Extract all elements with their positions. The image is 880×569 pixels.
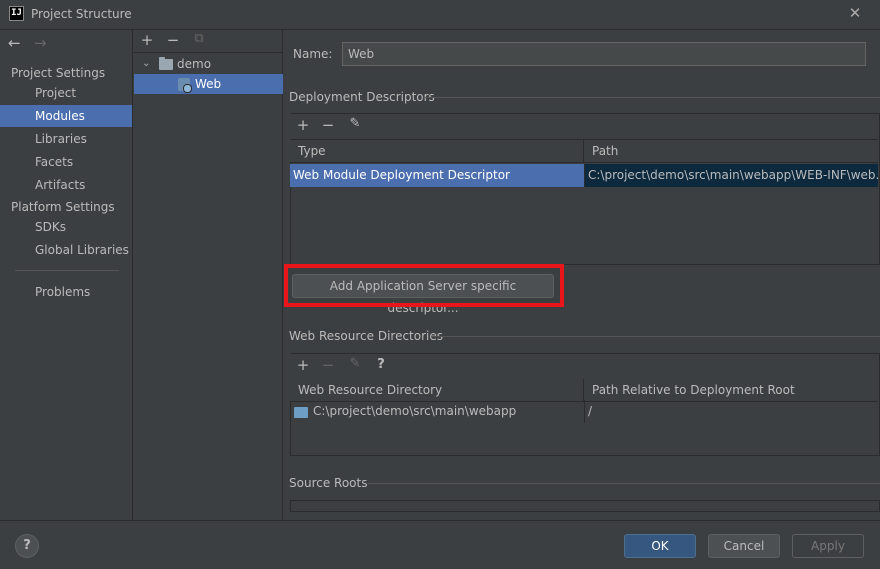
descriptor-type-cell: Web Module Deployment Descriptor <box>290 164 584 187</box>
name-label: Name: <box>293 47 333 61</box>
relative-path-cell: / <box>584 400 878 423</box>
column-header-path[interactable]: Path <box>584 140 878 163</box>
source-roots-title: Source Roots <box>289 476 368 490</box>
window-title: Project Structure <box>31 7 132 21</box>
section-divider <box>368 483 880 484</box>
web-facet-icon <box>178 74 192 94</box>
section-divider <box>431 336 880 337</box>
title-bar <box>0 0 880 30</box>
folder-icon <box>159 54 173 74</box>
edit-pencil-icon[interactable]: ✎ <box>347 356 363 371</box>
source-roots-table <box>290 500 880 512</box>
platform-settings-heading: Platform Settings <box>11 200 115 214</box>
tree-label-demo: demo <box>177 57 212 71</box>
table-row[interactable]: Web Module Deployment Descriptor C:\proj… <box>290 164 878 188</box>
nav-item-facets[interactable]: Facets <box>0 151 132 173</box>
nav-item-sdks[interactable]: SDKs <box>0 216 132 238</box>
tree-row-demo[interactable]: ⌄ demo <box>134 54 283 74</box>
highlight-box <box>284 264 564 307</box>
nav-divider <box>15 270 119 271</box>
directory-cell: C:\project\demo\src\main\webapp <box>313 404 517 418</box>
project-settings-heading: Project Settings <box>11 66 106 80</box>
column-header-relative-path[interactable]: Path Relative to Deployment Root <box>584 379 878 402</box>
apply-button[interactable]: Apply <box>792 534 864 558</box>
nav-item-global-libraries[interactable]: Global Libraries <box>0 239 132 261</box>
tree-toolbar-divider <box>134 52 283 53</box>
module-tree-pane <box>134 30 283 520</box>
close-icon[interactable]: ✕ <box>846 4 864 24</box>
nav-item-project[interactable]: Project <box>0 82 132 104</box>
forward-arrow-icon[interactable]: → <box>34 34 47 52</box>
facet-name-input[interactable] <box>342 42 866 66</box>
add-descriptor-button[interactable]: + <box>295 116 311 134</box>
ok-button[interactable]: OK <box>624 534 696 558</box>
tree-label-web: Web <box>195 77 222 91</box>
resource-dirs-table-header: Web Resource Directory Path Relative to … <box>290 379 878 402</box>
web-directory-icon <box>294 405 308 419</box>
deployment-descriptors-title: Deployment Descriptors <box>289 90 435 104</box>
back-arrow-icon[interactable]: ← <box>8 34 21 52</box>
nav-item-artifacts[interactable]: Artifacts <box>0 174 132 196</box>
help-icon[interactable]: ? <box>373 357 389 372</box>
help-button[interactable]: ? <box>15 534 39 558</box>
table-row[interactable]: C:\project\demo\src\main\webapp / <box>290 400 878 423</box>
column-header-type[interactable]: Type <box>290 140 584 163</box>
web-resource-directories-title: Web Resource Directories <box>289 329 443 343</box>
remove-descriptor-button[interactable]: − <box>320 116 336 134</box>
section-divider <box>425 97 880 98</box>
remove-directory-button[interactable]: − <box>320 356 336 374</box>
column-header-directory[interactable]: Web Resource Directory <box>290 379 584 402</box>
intellij-app-icon: IJ <box>9 6 24 21</box>
descriptors-toolbar <box>290 114 878 140</box>
chevron-down-icon[interactable]: ⌄ <box>142 54 150 74</box>
copy-icon[interactable]: ⧉ <box>191 31 207 46</box>
nav-item-libraries[interactable]: Libraries <box>0 128 132 150</box>
descriptors-table-header: Type Path <box>290 140 878 163</box>
add-directory-button[interactable]: + <box>295 356 311 374</box>
add-module-button[interactable]: + <box>139 31 155 49</box>
remove-module-button[interactable]: − <box>165 31 181 49</box>
tree-row-web[interactable]: Web <box>134 74 283 94</box>
nav-item-modules[interactable]: Modules <box>0 105 132 127</box>
nav-item-problems[interactable]: Problems <box>0 281 132 303</box>
cancel-button[interactable]: Cancel <box>708 534 780 558</box>
descriptor-path-cell: C:\project\demo\src\main\webapp\WEB-INF\… <box>584 164 878 187</box>
edit-pencil-icon[interactable]: ✎ <box>347 116 363 131</box>
